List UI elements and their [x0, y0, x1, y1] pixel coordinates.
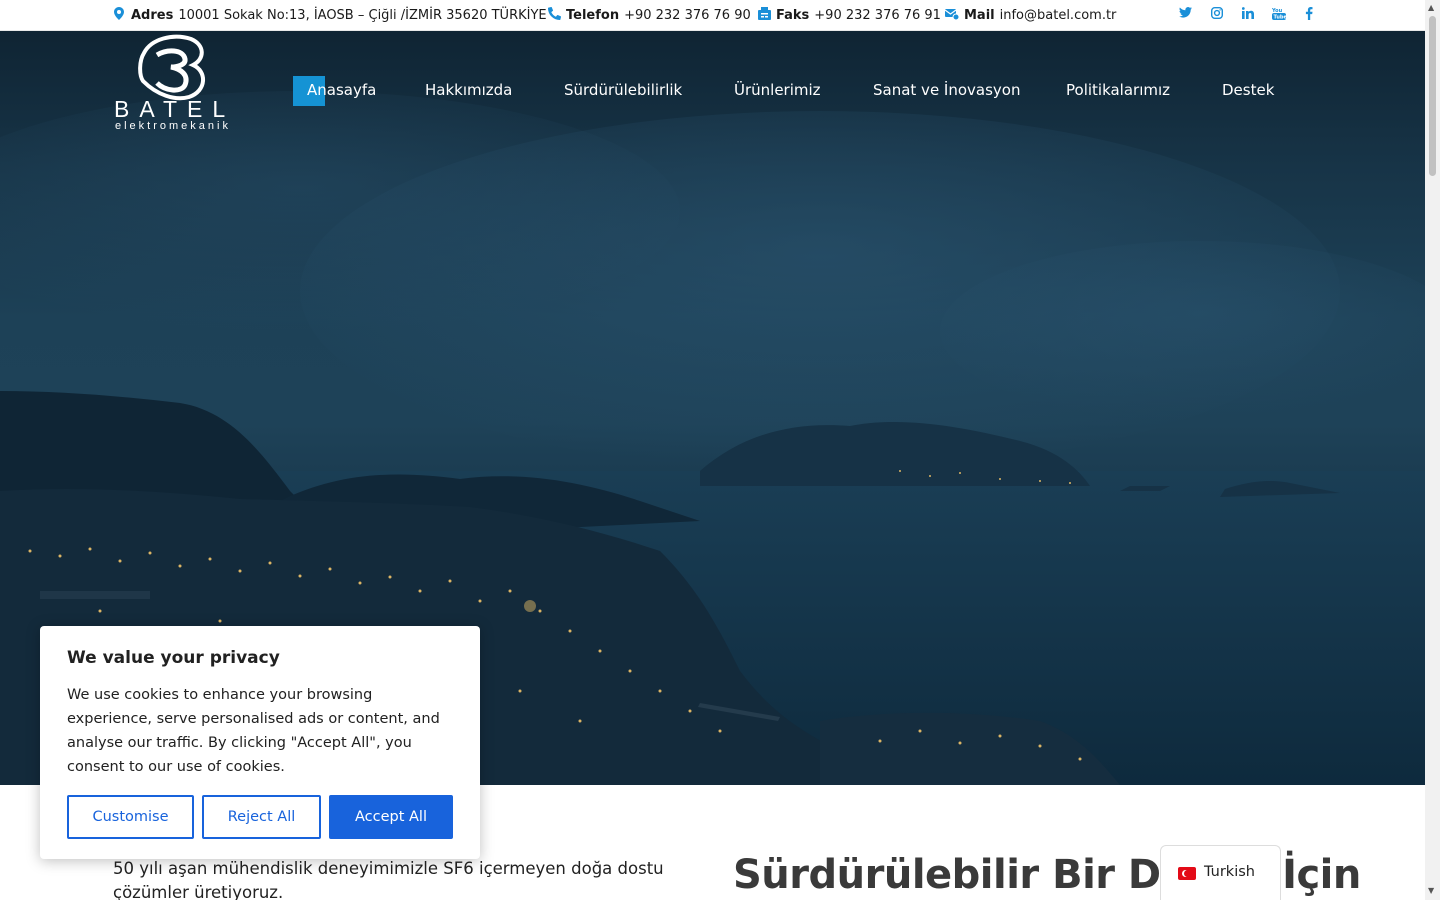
twitter-icon[interactable] [1177, 7, 1193, 22]
turkey-flag-icon [1178, 867, 1196, 880]
phone-label: Telefon [566, 8, 620, 23]
map-pin-icon [112, 7, 126, 24]
cookie-consent-banner: We value your privacy We use cookies to … [40, 626, 480, 859]
accept-all-button[interactable]: Accept All [329, 795, 453, 839]
facebook-icon[interactable] [1301, 7, 1317, 24]
phone-info: Telefon +90 232 376 76 90 [547, 6, 751, 24]
nav-item-sanat-ve-inovasyon[interactable]: Sanat ve İnovasyon [873, 81, 1021, 99]
linkedin-icon[interactable] [1240, 7, 1256, 23]
nav-item-anasayfa[interactable]: Anasayfa [307, 81, 376, 99]
mail-icon [944, 7, 960, 24]
cookie-title: We value your privacy [67, 648, 280, 668]
logo-subtitle: elektromekanik [115, 120, 231, 132]
reject-all-button[interactable]: Reject All [202, 795, 321, 839]
mail-label: Mail [964, 8, 995, 23]
address-value: 10001 Sokak No:13, İAOSB – Çiğli /İZMİR … [178, 8, 547, 23]
customise-button[interactable]: Customise [67, 795, 194, 839]
phone-link[interactable]: +90 232 376 76 90 [624, 8, 751, 23]
nav-item-surdurulebilirlik[interactable]: Sürdürülebilirlik [564, 81, 682, 99]
scroll-up-arrow-icon[interactable]: ▲ [1428, 3, 1434, 12]
scrollbar-thumb[interactable] [1429, 16, 1436, 176]
address-info: Adres 10001 Sokak No:13, İAOSB – Çiğli /… [112, 7, 547, 24]
nav-item-hakkimizda[interactable]: Hakkımızda [425, 81, 512, 99]
logo-name: BATEL [114, 96, 236, 122]
nav-item-politikalarimiz[interactable]: Politikalarımız [1066, 81, 1170, 99]
svg-text:Tube: Tube [1274, 15, 1287, 21]
fax-label: Faks [776, 8, 810, 23]
instagram-icon[interactable] [1209, 6, 1225, 23]
youtube-icon[interactable]: You Tube [1271, 7, 1288, 24]
language-label: Turkish [1204, 864, 1255, 880]
nav-item-urunlerimiz[interactable]: Ürünlerimiz [734, 81, 821, 99]
fax-info: Faks +90 232 376 76 91 [757, 7, 941, 24]
nav-item-destek[interactable]: Destek [1222, 81, 1274, 99]
top-info-bar: Adres 10001 Sokak No:13, İAOSB – Çiğli /… [0, 0, 1425, 31]
language-switcher[interactable]: Turkish [1160, 845, 1281, 900]
cookie-description: We use cookies to enhance your browsing … [67, 687, 440, 775]
intro-text: 50 yılı aşan mühendislik deneyimimizle S… [113, 859, 664, 900]
mail-info: Mail info@batel.com.tr [944, 7, 1117, 24]
address-label: Adres [131, 8, 174, 23]
fax-value: +90 232 376 76 91 [814, 8, 941, 23]
scroll-down-arrow-icon[interactable]: ▼ [1428, 886, 1434, 895]
mail-link[interactable]: info@batel.com.tr [1000, 8, 1117, 23]
phone-icon [547, 6, 561, 24]
fax-icon [757, 7, 771, 24]
